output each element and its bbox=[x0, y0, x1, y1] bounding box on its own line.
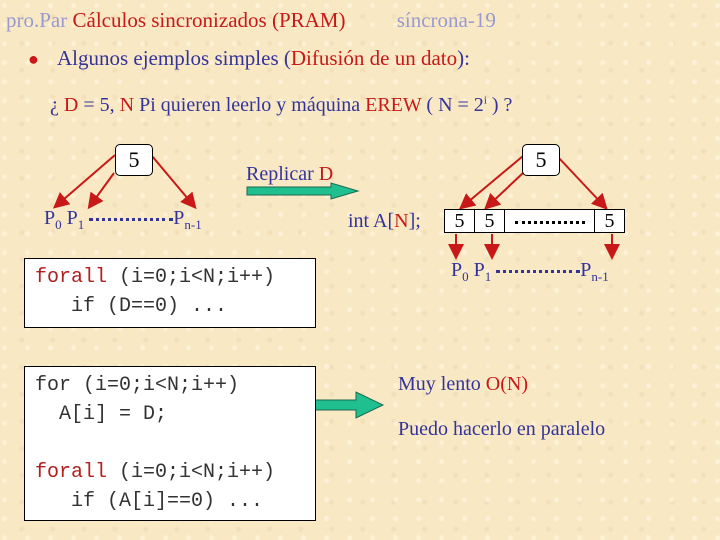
keyword-forall: forall bbox=[35, 266, 108, 289]
code-block-replicated: for (i=0;i<N;i++) A[i] = D; forall (i=0;… bbox=[24, 366, 316, 521]
code-text: if ( bbox=[35, 295, 120, 318]
question-line: ¿ D = 5, N Pi quieren leerlo y máquina E… bbox=[50, 94, 512, 117]
array-cell-last: 5 bbox=[594, 209, 625, 233]
result-text: Muy lento bbox=[398, 373, 486, 395]
course-label: pro.Par bbox=[6, 8, 68, 32]
proc-p1: P bbox=[66, 207, 78, 229]
code-block-naive: forall (i=0;i<N;i++) if (D==0) ... bbox=[24, 258, 316, 328]
proc-p0-sub: 0 bbox=[462, 269, 469, 284]
code-text: (i=0;i<N;i++) bbox=[107, 266, 276, 289]
decl-n: N bbox=[394, 210, 409, 232]
bullet-icon: ● bbox=[28, 49, 39, 69]
code-line: if (A[i]==0) ... bbox=[35, 490, 264, 513]
result-parallel: Puedo hacerlo en paralelo bbox=[398, 418, 606, 440]
slide-number: síncrona-19 bbox=[396, 8, 496, 32]
proc-p0: P bbox=[451, 259, 463, 281]
proc-p0: P bbox=[44, 207, 56, 229]
slide-header: pro.Par Cálculos sincronizados (PRAM) sí… bbox=[6, 8, 496, 33]
q-var-n: N bbox=[119, 94, 135, 116]
q-text: = 5, bbox=[78, 94, 120, 116]
code-line: for (i=0;i<N;i++) bbox=[35, 374, 240, 397]
q-text: ( N = 2 bbox=[421, 94, 484, 116]
proc-p0-sub: 0 bbox=[55, 217, 62, 232]
array-cell-1: 5 bbox=[474, 209, 505, 233]
processor-labels-right: P0 P1 Pn-1 bbox=[451, 259, 609, 285]
keyword-forall: forall bbox=[35, 461, 108, 484]
bullet-point: ● Algunos ejemplos simples (Difusión de … bbox=[28, 46, 470, 71]
array-declaration: int A[N]; bbox=[348, 210, 421, 233]
q-text: ¿ bbox=[50, 94, 64, 116]
q-var-d: D bbox=[63, 94, 79, 116]
array-cell-0: 5 bbox=[444, 209, 475, 233]
result-slow: Muy lento O(N) bbox=[398, 373, 528, 396]
q-text: ) ? bbox=[486, 94, 513, 116]
proc-p1-sub: 1 bbox=[484, 269, 492, 284]
complexity-label: O(N) bbox=[485, 373, 528, 395]
proc-pn: P bbox=[580, 259, 592, 281]
bullet-text: Algunos ejemplos simples ( bbox=[56, 46, 291, 70]
replicate-label: Replicar D bbox=[246, 163, 333, 186]
processor-labels-left: P0 P1 Pn-1 bbox=[44, 207, 202, 233]
code-line: A[i] = D; bbox=[35, 403, 168, 426]
replicate-text: Replicar bbox=[246, 163, 319, 185]
ellipsis-dots bbox=[496, 269, 581, 273]
ellipsis-dots bbox=[89, 217, 174, 221]
proc-pn: P bbox=[173, 207, 185, 229]
decl-text: int A[ bbox=[348, 210, 395, 232]
code-text: ==0) ... bbox=[131, 295, 228, 318]
q-erew: EREW bbox=[365, 94, 422, 116]
proc-pn-sub: n-1 bbox=[591, 269, 609, 284]
ellipsis-dots bbox=[514, 220, 585, 224]
code-text: (i=0;i<N;i++) bbox=[107, 461, 276, 484]
bullet-highlight: Difusión de un dato bbox=[290, 46, 458, 70]
value-box-left: 5 bbox=[115, 144, 153, 176]
proc-p1-sub: 1 bbox=[77, 217, 85, 232]
bullet-text-end: ): bbox=[457, 46, 470, 70]
proc-pn-sub: n-1 bbox=[184, 217, 202, 232]
proc-p1: P bbox=[473, 259, 485, 281]
value-box-right: 5 bbox=[522, 144, 560, 176]
decl-text-end: ]; bbox=[408, 210, 421, 232]
code-var: D bbox=[119, 295, 132, 318]
q-text: Pi quieren leerlo y máquina bbox=[134, 94, 366, 116]
array-cell-ellipsis bbox=[504, 209, 595, 233]
slide-title: Cálculos sincronizados (PRAM) bbox=[72, 8, 346, 32]
replicate-var: D bbox=[318, 163, 334, 185]
